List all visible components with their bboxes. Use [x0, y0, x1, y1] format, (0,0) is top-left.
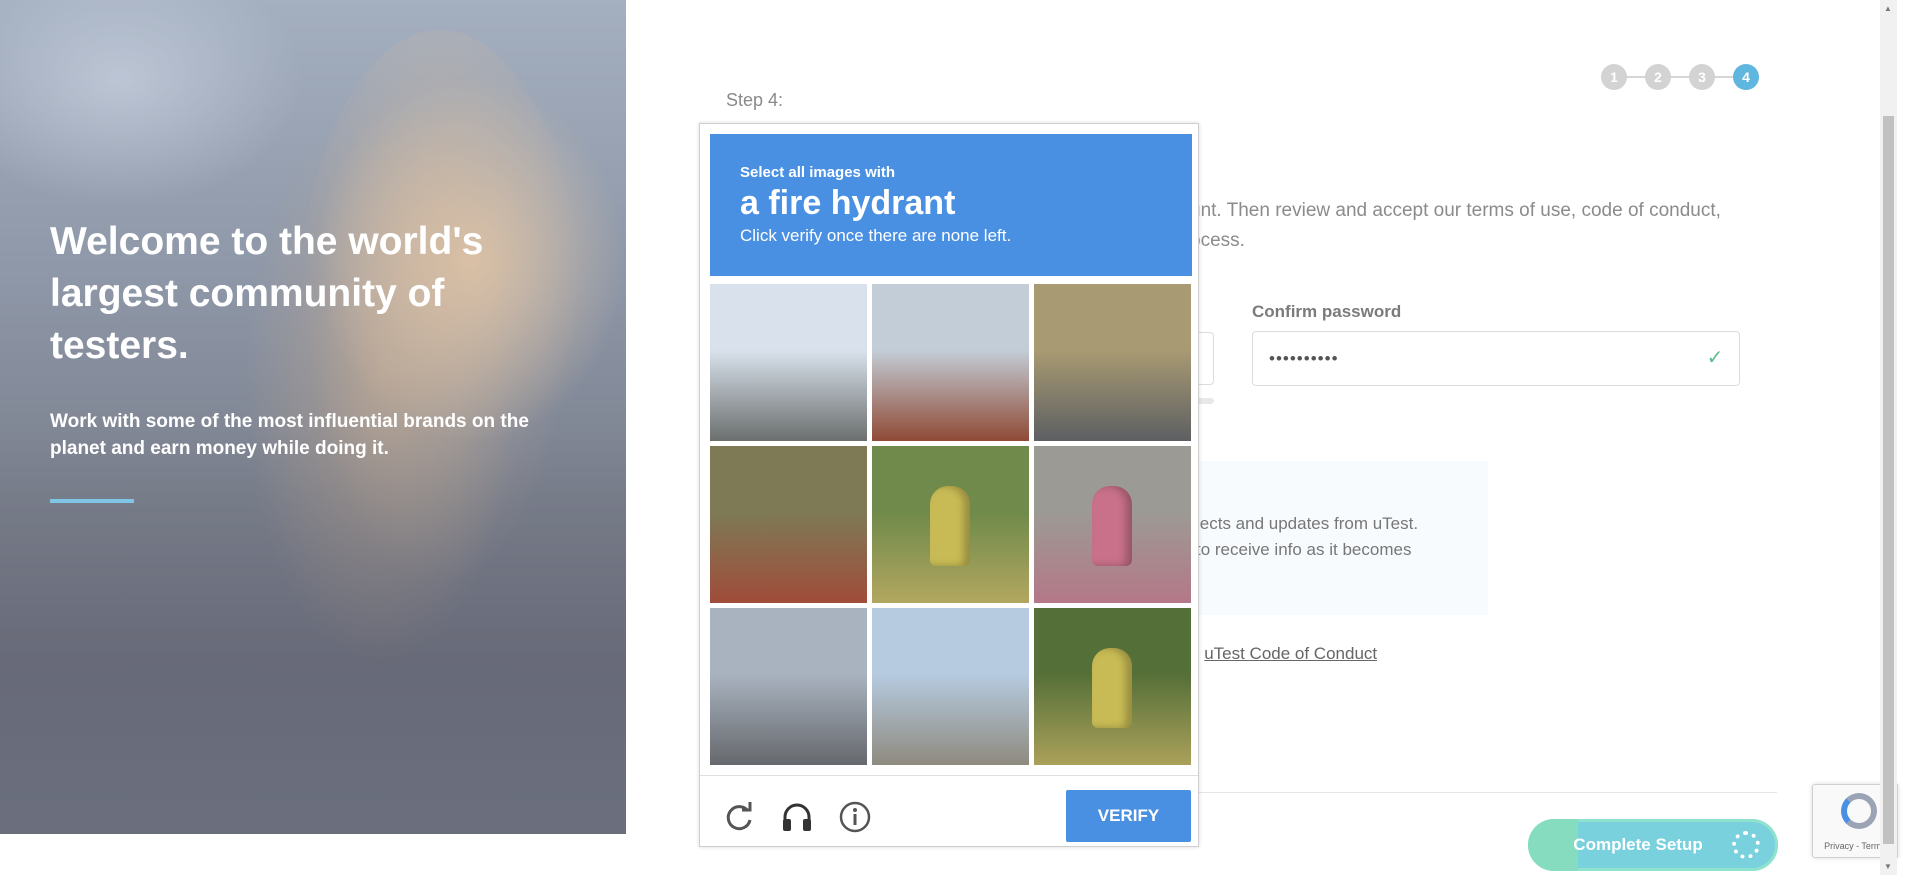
hero-title: Welcome to the world's largest community…: [50, 220, 484, 367]
captcha-challenge: Select all images with a fire hydrant Cl…: [699, 123, 1199, 847]
confirm-password-label: Confirm password: [1252, 302, 1402, 321]
highway-tile[interactable]: [710, 284, 867, 441]
step-connector: [1613, 76, 1749, 78]
instructions-line-1: unt. Then review and accept our terms of…: [1190, 200, 1721, 221]
fire-hydrant-icon: [930, 486, 970, 566]
step-label: Step 4:: [726, 90, 784, 110]
stairs-tile[interactable]: [710, 446, 867, 603]
verify-button[interactable]: VERIFY: [1066, 790, 1191, 842]
yellow-hydrant-grass-tile[interactable]: [872, 446, 1029, 603]
step-1: 1: [1601, 64, 1627, 90]
code-of-conduct-link[interactable]: uTest Code of Conduct: [1204, 644, 1377, 663]
car-guardrail-tile[interactable]: [1034, 284, 1191, 441]
optin-line-1: jects and updates from uTest.: [1196, 514, 1419, 533]
headphones-icon-glyph: [783, 803, 811, 831]
footer-divider: [1150, 792, 1777, 793]
step-3: 3: [1689, 64, 1715, 90]
reload-icon-glyph: [726, 802, 752, 831]
complete-setup-label: Complete Setup: [1573, 835, 1703, 854]
code-of-conduct-agreement: e uTest Code of Conduct: [1190, 644, 1377, 664]
captcha-target: a fire hydrant: [740, 184, 956, 222]
optin-line-2: to receive info as it becomes: [1196, 540, 1412, 559]
step-2: 2: [1645, 64, 1671, 90]
reload-icon[interactable]: [722, 800, 756, 834]
info-icon[interactable]: [838, 800, 872, 834]
page-scrollbar[interactable]: ▲ ▼: [1880, 0, 1897, 875]
pink-hydrant-sidewalk-tile[interactable]: [1034, 446, 1191, 603]
scroll-down-icon[interactable]: ▼: [1884, 862, 1892, 871]
hero-photo-shadow: [0, 430, 626, 834]
recaptcha-logo-icon: [1841, 793, 1877, 829]
brick-house-tile[interactable]: [872, 284, 1029, 441]
fire-hydrant-icon: [1092, 486, 1132, 566]
street-tile[interactable]: [710, 608, 867, 765]
complete-setup-progress: [1528, 819, 1578, 871]
palm-street-tile[interactable]: [872, 608, 1029, 765]
captcha-image-grid: [710, 284, 1192, 766]
confirm-password-field[interactable]: ••••••••••: [1252, 331, 1740, 386]
captcha-hint: Click verify once there are none left.: [740, 226, 1012, 245]
scrollbar-thumb[interactable]: [1883, 116, 1894, 844]
fire-hydrant-icon: [1092, 648, 1132, 728]
step-instructions: unt. Then review and accept our terms of…: [1190, 196, 1750, 256]
captcha-footer-divider: [700, 775, 1198, 776]
step-4-active: 4: [1733, 64, 1759, 90]
headphones-icon[interactable]: [780, 800, 814, 834]
step-indicator: 1 2 3 4: [1601, 64, 1761, 90]
hero-subtitle: Work with some of the most influential b…: [50, 411, 529, 459]
captcha-header: Select all images with a fire hydrant Cl…: [710, 134, 1192, 276]
yellow-hydrant-lawn-tile[interactable]: [1034, 608, 1191, 765]
hero-accent-line: [50, 499, 134, 503]
loading-spinner-icon: [1732, 831, 1760, 859]
captcha-instruction: Select all images with: [740, 164, 896, 181]
scroll-up-icon[interactable]: ▲: [1884, 4, 1892, 13]
check-icon: ✓: [1706, 347, 1724, 369]
info-icon-glyph: [839, 801, 871, 833]
newsletter-optin-text: jects and updates from uTest. to receive…: [1196, 511, 1486, 563]
hero-banner: Welcome to the world's largest community…: [0, 0, 626, 834]
complete-setup-button[interactable]: Complete Setup: [1528, 819, 1778, 871]
